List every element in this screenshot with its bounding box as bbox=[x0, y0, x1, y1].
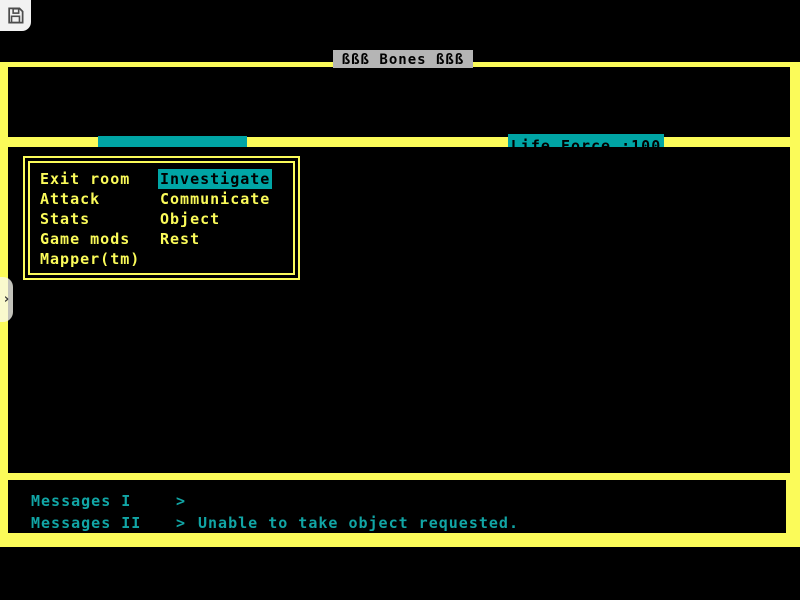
menu-item-investigate[interactable]: Investigate bbox=[158, 169, 272, 189]
command-menu-right-column: Investigate Communicate Object Rest bbox=[160, 169, 272, 249]
floppy-disk-icon bbox=[6, 6, 25, 25]
messages-2-prompt: > bbox=[176, 514, 186, 532]
menu-item-attack[interactable]: Attack bbox=[40, 189, 140, 209]
command-menu-inner-border: Exit room Attack Stats Game mods Mapper(… bbox=[28, 161, 295, 275]
menu-item-game-mods[interactable]: Game mods bbox=[40, 229, 140, 249]
game-screen: ßßß Bones ßßß SCORE: 0 Life Force :100 B… bbox=[0, 0, 800, 600]
command-menu-left-column: Exit room Attack Stats Game mods Mapper(… bbox=[40, 169, 140, 269]
window-title: ßßß Bones ßßß bbox=[333, 50, 473, 68]
menu-item-mapper[interactable]: Mapper(tm) bbox=[40, 249, 140, 269]
chevron-right-icon: › bbox=[4, 293, 9, 306]
menu-item-exit-room[interactable]: Exit room bbox=[40, 169, 140, 189]
messages-panel: Messages I > Messages II > Unable to tak… bbox=[8, 480, 786, 533]
menu-item-stats[interactable]: Stats bbox=[40, 209, 140, 229]
panel-toggle-handle[interactable]: › bbox=[0, 277, 13, 322]
save-button[interactable] bbox=[0, 0, 31, 31]
command-menu: Exit room Attack Stats Game mods Mapper(… bbox=[23, 156, 300, 280]
messages-1-prompt: > bbox=[176, 492, 186, 510]
menu-item-rest[interactable]: Rest bbox=[160, 229, 272, 249]
window-title-text: ßßß Bones ßßß bbox=[342, 52, 465, 68]
messages-2-text: Unable to take object requested. bbox=[198, 514, 519, 532]
menu-item-object[interactable]: Object bbox=[160, 209, 272, 229]
menu-item-communicate[interactable]: Communicate bbox=[160, 189, 272, 209]
messages-1-label: Messages I bbox=[31, 492, 131, 510]
status-panel: SCORE: 0 Life Force :100 Booty :0 Armor … bbox=[8, 67, 790, 137]
messages-2-label: Messages II bbox=[31, 514, 141, 532]
